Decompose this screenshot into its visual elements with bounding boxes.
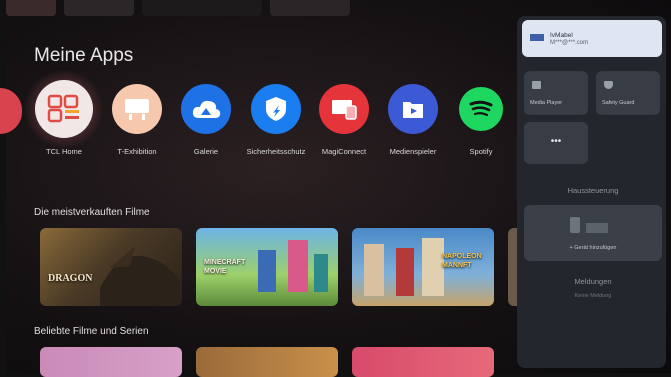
device-icon (586, 223, 608, 233)
magiconnect-icon (319, 84, 369, 134)
add-device-label: + Gerät hinzufügen (569, 245, 617, 251)
brand-logo-icon (530, 34, 544, 41)
folder-icon (532, 81, 541, 89)
account-name: IvMabel (550, 32, 573, 39)
tcl-home-icon (35, 80, 93, 138)
tile-more[interactable]: ••• (524, 122, 588, 164)
movie-title: DRAGON (48, 273, 93, 284)
movie-thumb[interactable]: NAPOLEON MANNFT (352, 228, 494, 306)
shield-icon (251, 84, 301, 134)
app-magiconnect[interactable]: MagiConnect (309, 84, 379, 157)
media-player-icon (388, 84, 438, 134)
movie-thumb[interactable]: DRAGON (40, 228, 182, 306)
app-tcl-home[interactable]: TCL Home (29, 80, 99, 157)
notifications-empty: Keine Meldung (574, 293, 612, 299)
tile-label: Safety Guard (602, 100, 635, 106)
app-sicherheitsschutz[interactable]: Sicherheitsschutz (241, 84, 311, 157)
app-label: MagiConnect (321, 147, 367, 156)
tile-label: Media Player (530, 100, 563, 106)
app-label: Galerie (193, 147, 219, 156)
app-medienspieler[interactable]: Medienspieler (378, 84, 448, 157)
app-label: Medienspieler (389, 147, 437, 156)
app-label: Sicherheitsschutz (246, 147, 306, 156)
notifications-title: Meldungen (574, 277, 612, 286)
app-label: Spotify (469, 147, 493, 156)
cloud-icon (181, 84, 231, 134)
add-device-card[interactable]: + Gerät hinzufügen (524, 205, 662, 261)
app-t-exhibition[interactable]: T-Exhibition (102, 84, 172, 157)
section-title-popular: Beliebte Filme und Serien (34, 326, 149, 337)
home-control-title: Haussteuerung (567, 186, 619, 195)
app-label: T-Exhibition (117, 147, 157, 156)
movie-thumb[interactable]: MINECRAFT MOVIE (196, 228, 338, 306)
account-card[interactable]: IvMabel M***@***.com (522, 20, 662, 57)
page-title: Meine Apps (34, 45, 134, 66)
app-label: TCL Home (46, 147, 82, 156)
tile-safety-guard[interactable]: Safety Guard (596, 71, 660, 115)
account-email: M***@***.com (550, 40, 589, 46)
app-galerie[interactable]: Galerie (171, 84, 241, 157)
tile-media-player[interactable]: Media Player (524, 71, 588, 115)
section-title-bestsellers: Die meistverkauften Filme (34, 207, 150, 218)
shield-icon (604, 81, 613, 89)
device-icon (570, 217, 580, 233)
app-spotify[interactable]: Spotify (446, 84, 516, 157)
movie-title: NAPOLEON MANNFT (442, 253, 482, 269)
movie-title: MINECRAFT MOVIE (204, 259, 246, 275)
spotify-icon (459, 87, 503, 131)
t-exhibition-icon (112, 84, 162, 134)
more-icon: ••• (550, 136, 562, 147)
top-strip (6, 0, 671, 16)
